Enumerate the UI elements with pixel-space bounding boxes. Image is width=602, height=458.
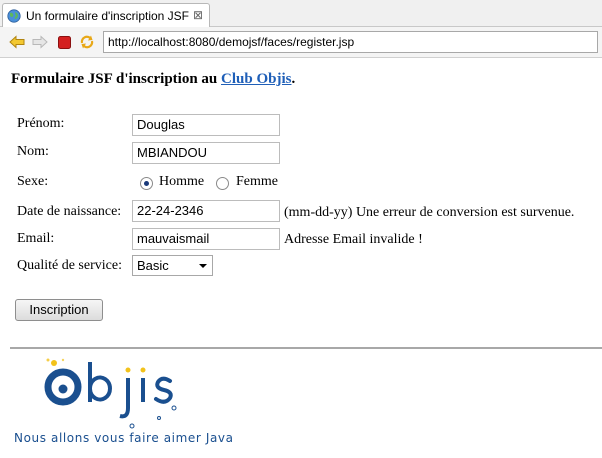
stop-icon[interactable] bbox=[55, 33, 73, 51]
browser-toolbar: http://localhost:8080/demojsf/faces/regi… bbox=[0, 27, 602, 58]
tab-title: Un formulaire d'inscription JSF bbox=[26, 8, 190, 23]
back-arrow-icon[interactable] bbox=[8, 33, 26, 51]
globe-icon bbox=[7, 8, 21, 23]
nom-label: Nom: bbox=[17, 144, 49, 159]
qualite-selected-value: Basic bbox=[137, 258, 169, 273]
page-title-prefix: Formulaire JSF d'inscription au bbox=[11, 71, 222, 87]
objis-tagline: Nous allons vous faire aimer Java bbox=[14, 431, 234, 445]
club-objis-link[interactable]: Club Objis bbox=[221, 71, 291, 87]
page-title-suffix: . bbox=[291, 71, 296, 87]
date-format-hint: (mm-dd-yy) bbox=[284, 205, 353, 220]
qualite-label: Qualité de service: bbox=[17, 258, 122, 273]
sexe-label: Sexe: bbox=[17, 174, 49, 189]
browser-tab[interactable]: Un formulaire d'inscription JSF ⊠ bbox=[2, 3, 210, 27]
femme-label: Femme bbox=[236, 174, 278, 189]
prenom-label: Prénom: bbox=[17, 116, 65, 131]
email-label: Email: bbox=[17, 231, 55, 246]
close-tab-icon[interactable]: ⊠ bbox=[193, 8, 203, 22]
nom-input[interactable]: MBIANDOU bbox=[132, 142, 280, 164]
divider bbox=[10, 347, 602, 349]
page-title: Formulaire JSF d'inscription au Club Obj… bbox=[11, 71, 295, 88]
email-error-message: Adresse Email invalide ! bbox=[284, 232, 423, 247]
dropdown-arrow-icon bbox=[199, 264, 207, 268]
email-input[interactable]: mauvaismail bbox=[132, 228, 280, 250]
inscription-button[interactable]: Inscription bbox=[15, 299, 103, 321]
femme-radio[interactable] bbox=[216, 177, 229, 190]
date-messages: (mm-dd-yy) Une erreur de conversion est … bbox=[284, 205, 574, 221]
tab-bar: Un formulaire d'inscription JSF ⊠ bbox=[0, 0, 602, 27]
address-bar[interactable]: http://localhost:8080/demojsf/faces/regi… bbox=[103, 31, 598, 53]
homme-radio[interactable] bbox=[140, 177, 153, 190]
date-error-message: Une erreur de conversion est survenue. bbox=[355, 205, 575, 220]
date-label: Date de naissance: bbox=[17, 204, 122, 219]
homme-label: Homme bbox=[159, 174, 205, 189]
refresh-icon[interactable] bbox=[78, 33, 96, 51]
date-input[interactable]: 22-24-2346 bbox=[132, 200, 280, 222]
forward-arrow-icon[interactable] bbox=[31, 33, 49, 51]
prenom-input[interactable]: Douglas bbox=[132, 114, 280, 136]
qualite-select[interactable]: Basic bbox=[132, 255, 213, 276]
